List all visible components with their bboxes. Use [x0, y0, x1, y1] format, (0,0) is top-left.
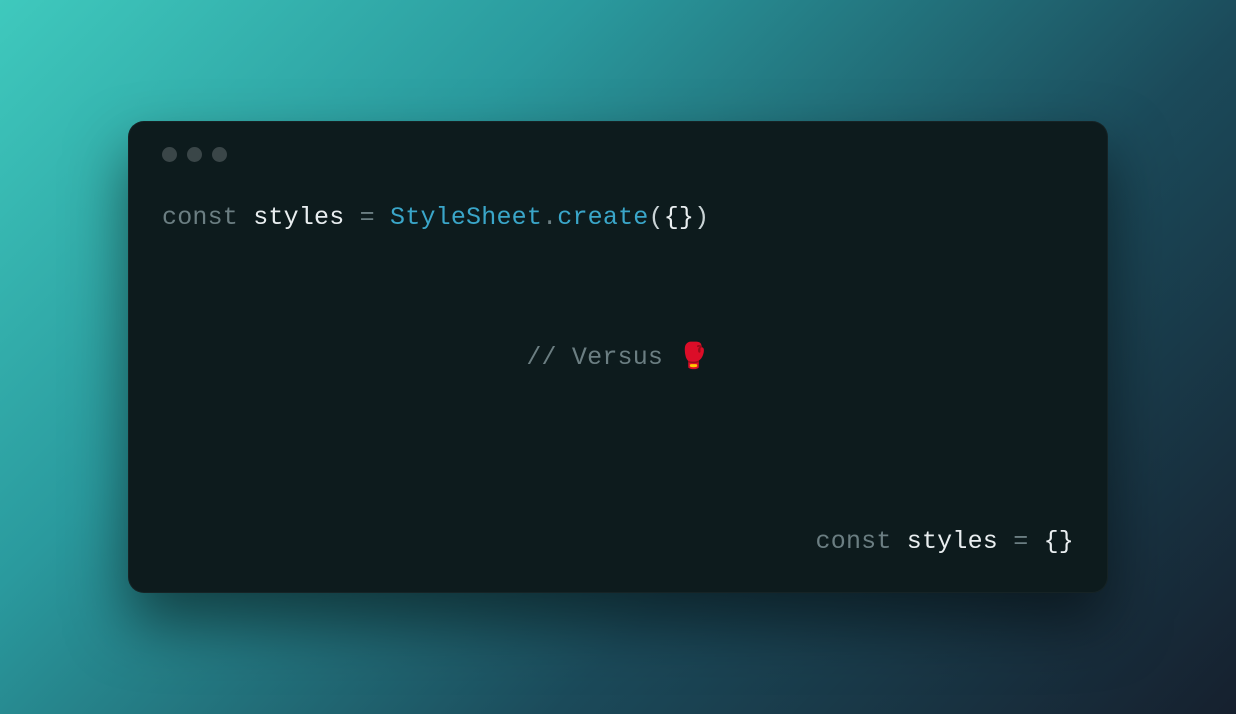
- keyword-const: const: [816, 527, 892, 556]
- close-brace: }: [1059, 527, 1074, 556]
- minimize-icon[interactable]: [187, 147, 202, 162]
- close-paren: ): [694, 203, 709, 232]
- operator-equals: =: [1013, 527, 1028, 556]
- comment-line: // Versus 🥊: [162, 340, 1074, 375]
- code-line-1: const styles = StyleSheet.create({}): [162, 200, 709, 235]
- operator-equals: =: [360, 203, 375, 232]
- close-brace: }: [679, 203, 694, 232]
- code-line-3: const styles = {}: [816, 524, 1074, 559]
- identifier-styles: styles: [907, 527, 998, 556]
- comment-slashes: //: [526, 343, 556, 372]
- class-stylesheet: StyleSheet: [390, 203, 542, 232]
- open-brace: {: [664, 203, 679, 232]
- dot-operator: .: [542, 203, 557, 232]
- identifier-styles: styles: [253, 203, 344, 232]
- close-icon[interactable]: [162, 147, 177, 162]
- maximize-icon[interactable]: [212, 147, 227, 162]
- boxing-glove-icon: 🥊: [678, 343, 709, 372]
- code-window: const styles = StyleSheet.create({}) // …: [128, 121, 1108, 593]
- traffic-lights: [162, 147, 1074, 162]
- method-create: create: [557, 203, 648, 232]
- code-area: const styles = StyleSheet.create({}) // …: [162, 200, 1074, 559]
- comment-text: Versus: [572, 343, 663, 372]
- keyword-const: const: [162, 203, 238, 232]
- open-paren: (: [649, 203, 664, 232]
- open-brace: {: [1044, 527, 1059, 556]
